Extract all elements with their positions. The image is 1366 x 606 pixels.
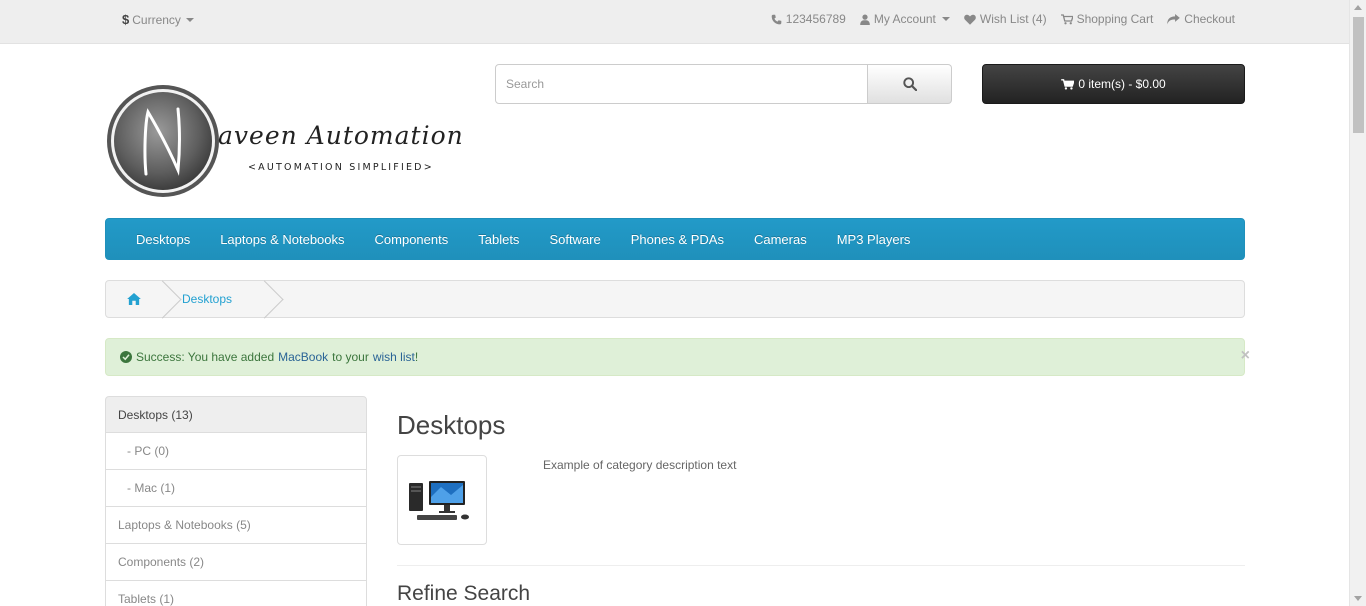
top-links: 123456789 My Account Wish List (4) Shopp… [771,12,1235,26]
page-scrollbar[interactable] [1349,0,1366,606]
desktop-computer-image [409,481,469,520]
search-icon [902,77,917,91]
currency-label: Currency [132,12,181,27]
menu-item-tablets[interactable]: Tablets [478,232,519,247]
breadcrumb: Desktops [105,280,1245,318]
search-input[interactable] [495,64,868,104]
logo-graphic: aveen Automation Labs <AUTOMATION SIMPLI… [107,85,536,197]
alert-wishlist-link[interactable]: wish list [373,350,415,364]
heart-icon [964,14,976,25]
close-icon[interactable]: × [1241,347,1250,365]
my-account-dropdown[interactable]: My Account [860,12,950,26]
caret-down-icon [941,17,950,21]
breadcrumb-desktops-link[interactable]: Desktops [182,292,232,306]
shopping-cart-label: Shopping Cart [1076,12,1154,26]
alert-middle: to your [332,350,369,364]
main-menu: Desktops Laptops & Notebooks Components … [105,218,1245,260]
currency-symbol: $ [122,12,130,27]
phone-number: 123456789 [785,12,846,26]
search-button[interactable] [868,64,952,104]
home-icon [127,293,141,305]
shopping-cart-link[interactable]: Shopping Cart [1060,12,1154,26]
alert-suffix: ! [414,350,419,364]
breadcrumb-item-current: Desktops [162,281,252,317]
wish-list-label: Wish List (4) [979,12,1047,26]
logo-tagline: <AUTOMATION SIMPLIFIED> [248,162,434,173]
page-title: Desktops [397,410,506,440]
search-group [495,64,952,104]
sidebar-item-components[interactable]: Components (2) [105,544,367,581]
menu-item-mp3-players[interactable]: MP3 Players [837,232,911,247]
phone-link[interactable]: 123456789 [771,12,846,26]
sidebar-item-mac[interactable]: - Mac (1) [105,470,367,507]
checkout-label: Checkout [1184,12,1235,26]
logo[interactable]: aveen Automation Labs <AUTOMATION SIMPLI… [106,84,536,200]
phone-icon [771,14,782,24]
menu-item-software[interactable]: Software [549,232,600,247]
user-icon [860,13,870,25]
menu-item-phones-pdas[interactable]: Phones & PDAs [631,232,724,247]
scroll-thumb[interactable] [1353,17,1364,133]
menu-item-laptops-notebooks[interactable]: Laptops & Notebooks [220,232,344,247]
wish-list-link[interactable]: Wish List (4) [964,12,1047,26]
divider [397,565,1245,566]
sidebar-item-desktops[interactable]: Desktops (13) [105,396,367,433]
cart-icon [1060,13,1073,24]
category-thumbnail [397,455,487,545]
cart-icon [1061,78,1075,90]
alert-prefix: Success: You have added [136,350,275,364]
checkout-link[interactable]: Checkout [1167,12,1235,26]
menu-item-cameras[interactable]: Cameras [754,232,807,247]
logo-name: aveen Automation Labs [218,121,466,150]
share-icon [1167,13,1181,24]
my-account-label: My Account [873,12,936,26]
alert-product-link[interactable]: MacBook [278,350,328,364]
category-description: Example of category description text [543,458,737,472]
category-sidebar: Desktops (13) - PC (0) - Mac (1) Laptops… [105,396,367,606]
check-circle-icon [120,351,132,363]
main-content: Desktops Example of category description… [397,410,1245,605]
top-bar: $ Currency 123456789 My Account Wish Lis… [0,0,1349,44]
menu-item-components[interactable]: Components [375,232,449,247]
refine-search-heading: Refine Search [397,582,531,605]
scroll-down-arrow-icon[interactable] [1354,596,1362,601]
sidebar-item-laptops-notebooks[interactable]: Laptops & Notebooks (5) [105,507,367,544]
sidebar-item-tablets[interactable]: Tablets (1) [105,581,367,606]
menu-item-desktops[interactable]: Desktops [136,232,190,247]
cart-button[interactable]: 0 item(s) - $0.00 [982,64,1245,104]
currency-dropdown[interactable]: $ Currency [122,12,194,27]
sidebar-item-pc[interactable]: - PC (0) [105,433,367,470]
scroll-up-arrow-icon[interactable] [1354,5,1362,10]
success-alert: Success: You have added MacBook to your … [105,338,1250,376]
cart-total: 0 item(s) - $0.00 [1078,77,1166,91]
caret-down-icon [185,17,194,22]
